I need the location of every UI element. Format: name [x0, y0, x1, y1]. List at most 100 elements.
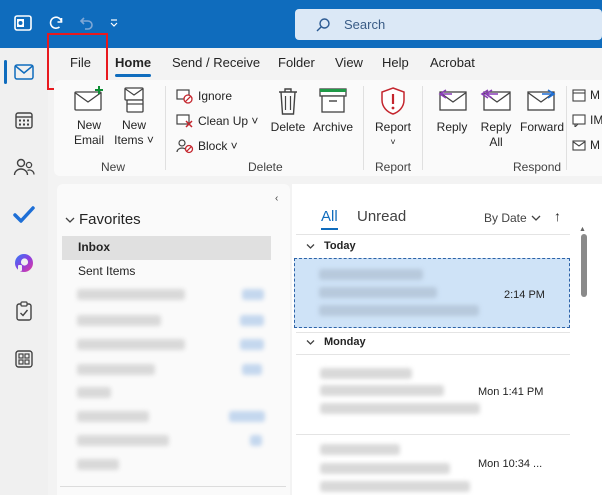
message-item[interactable]: Mon 10:34 ...: [294, 436, 570, 495]
tab-home[interactable]: Home: [115, 55, 152, 77]
blurred-folder[interactable]: [77, 387, 111, 398]
scrollbar-thumb[interactable]: [581, 234, 587, 297]
forward-button[interactable]: Forward: [518, 86, 566, 135]
forward-icon: [527, 89, 556, 111]
search-box[interactable]: Search: [295, 9, 602, 40]
message-list: All Unread By Date ↑ ▲ Today 2:14 PM Mon…: [292, 184, 602, 495]
blurred-folder[interactable]: [77, 459, 119, 470]
blurred-folder[interactable]: [77, 411, 149, 422]
archive-icon: [319, 88, 347, 113]
cleanup-icon: [176, 114, 193, 128]
message-time: 2:14 PM: [504, 289, 545, 301]
group-header-monday[interactable]: Monday: [306, 336, 366, 348]
delete-button[interactable]: Delete: [268, 86, 308, 135]
group-separator: [165, 86, 166, 170]
sync-icon[interactable]: [46, 13, 66, 33]
group-label-respond: Respond: [513, 160, 562, 174]
folder-sent-items[interactable]: Sent Items: [78, 264, 135, 278]
report-button[interactable]: Report ˅: [372, 86, 414, 150]
blurred-folder[interactable]: [77, 339, 185, 350]
im-icon: [572, 114, 586, 127]
tab-send-receive[interactable]: Send / Receive: [172, 55, 260, 70]
block-label: Block ˅: [198, 139, 238, 153]
report-dropdown-icon: ˅: [390, 137, 396, 147]
blurred-folder[interactable]: [77, 435, 169, 446]
active-tab-underline: [321, 228, 338, 230]
block-button[interactable]: Block ˅: [176, 138, 238, 154]
sort-dropdown[interactable]: By Date: [484, 211, 541, 225]
folder-inbox-label: Inbox: [78, 240, 110, 254]
blurred-folder[interactable]: [77, 289, 185, 300]
blurred-sender: [319, 269, 423, 280]
im-label: IM: [590, 113, 602, 127]
reply-button[interactable]: Reply: [432, 86, 472, 135]
group-today-label: Today: [324, 240, 356, 252]
tasks-icon[interactable]: [0, 289, 48, 333]
favorites-header[interactable]: Favorites: [65, 211, 141, 228]
customize-toolbar-icon[interactable]: [104, 13, 124, 33]
tab-view[interactable]: View: [335, 55, 363, 70]
blurred-count: [242, 289, 264, 300]
tab-acrobat[interactable]: Acrobat: [430, 55, 475, 70]
divider: [296, 434, 570, 435]
group-label-new: New: [101, 160, 126, 174]
blurred-preview: [320, 481, 470, 492]
message-item-selected[interactable]: 2:14 PM: [294, 258, 570, 328]
blurred-folder[interactable]: [77, 364, 155, 375]
divider: [296, 354, 570, 355]
message-item[interactable]: Mon 1:41 PM: [294, 358, 570, 432]
meeting-icon: [572, 89, 586, 102]
apps-icon[interactable]: [0, 337, 48, 381]
chevron-down-icon: [306, 243, 315, 249]
group-header-today[interactable]: Today: [306, 240, 356, 252]
blurred-preview: [320, 403, 480, 414]
sort-direction-icon[interactable]: ↑: [554, 208, 561, 224]
sort-label: By Date: [484, 211, 527, 225]
archive-button[interactable]: Archive: [310, 86, 356, 135]
tab-folder[interactable]: Folder: [278, 55, 315, 70]
filter-tab-unread[interactable]: Unread: [357, 208, 406, 225]
mail-icon[interactable]: [0, 50, 48, 94]
ignore-button[interactable]: Ignore: [176, 88, 232, 104]
divider: [296, 234, 570, 235]
im-button[interactable]: IM: [572, 113, 602, 127]
ignore-label: Ignore: [198, 89, 233, 103]
reply-icon: [438, 89, 467, 111]
new-items-label-2: Items ˅: [114, 133, 154, 147]
cleanup-label: Clean Up ˅: [198, 114, 259, 128]
new-email-label-1: New: [76, 118, 101, 132]
blurred-count: [250, 435, 262, 446]
meeting-button[interactable]: M: [572, 88, 600, 102]
calendar-icon[interactable]: [0, 98, 48, 142]
people-icon[interactable]: [0, 145, 48, 189]
report-label: Report: [374, 120, 412, 134]
block-icon: [176, 139, 194, 154]
reply-all-button[interactable]: Reply All: [476, 86, 516, 150]
blurred-subject: [319, 287, 437, 298]
blurred-count: [240, 339, 264, 350]
folder-inbox[interactable]: Inbox: [62, 236, 271, 260]
todo-icon[interactable]: [0, 193, 48, 237]
new-items-button[interactable]: New Items ˅: [112, 86, 156, 148]
copilot-icon[interactable]: [0, 241, 48, 285]
tab-help[interactable]: Help: [382, 55, 409, 70]
message-time: Mon 10:34 ...: [478, 458, 543, 470]
blurred-folder[interactable]: [77, 315, 161, 326]
divider: [296, 332, 570, 333]
ribbon-panel: New Email New Items ˅ New Ignore Clean U…: [54, 80, 602, 176]
undo-icon[interactable]: [76, 13, 96, 33]
meeting-label: M: [590, 88, 600, 102]
more-respond-button[interactable]: M: [572, 138, 600, 152]
filter-tab-all[interactable]: All: [321, 208, 338, 225]
ignore-icon: [176, 89, 193, 104]
reply-label: Reply: [436, 120, 468, 134]
new-email-button[interactable]: New Email: [70, 86, 108, 148]
group-separator: [422, 86, 423, 170]
scroll-up-icon[interactable]: ▲: [579, 226, 586, 233]
collapse-pane-icon[interactable]: ‹: [275, 193, 278, 204]
more-respond-icon: [572, 140, 586, 151]
new-email-label-2: Email: [73, 133, 104, 147]
divider: [60, 486, 286, 487]
cleanup-button[interactable]: Clean Up ˅: [176, 113, 258, 129]
blurred-count: [240, 315, 264, 326]
